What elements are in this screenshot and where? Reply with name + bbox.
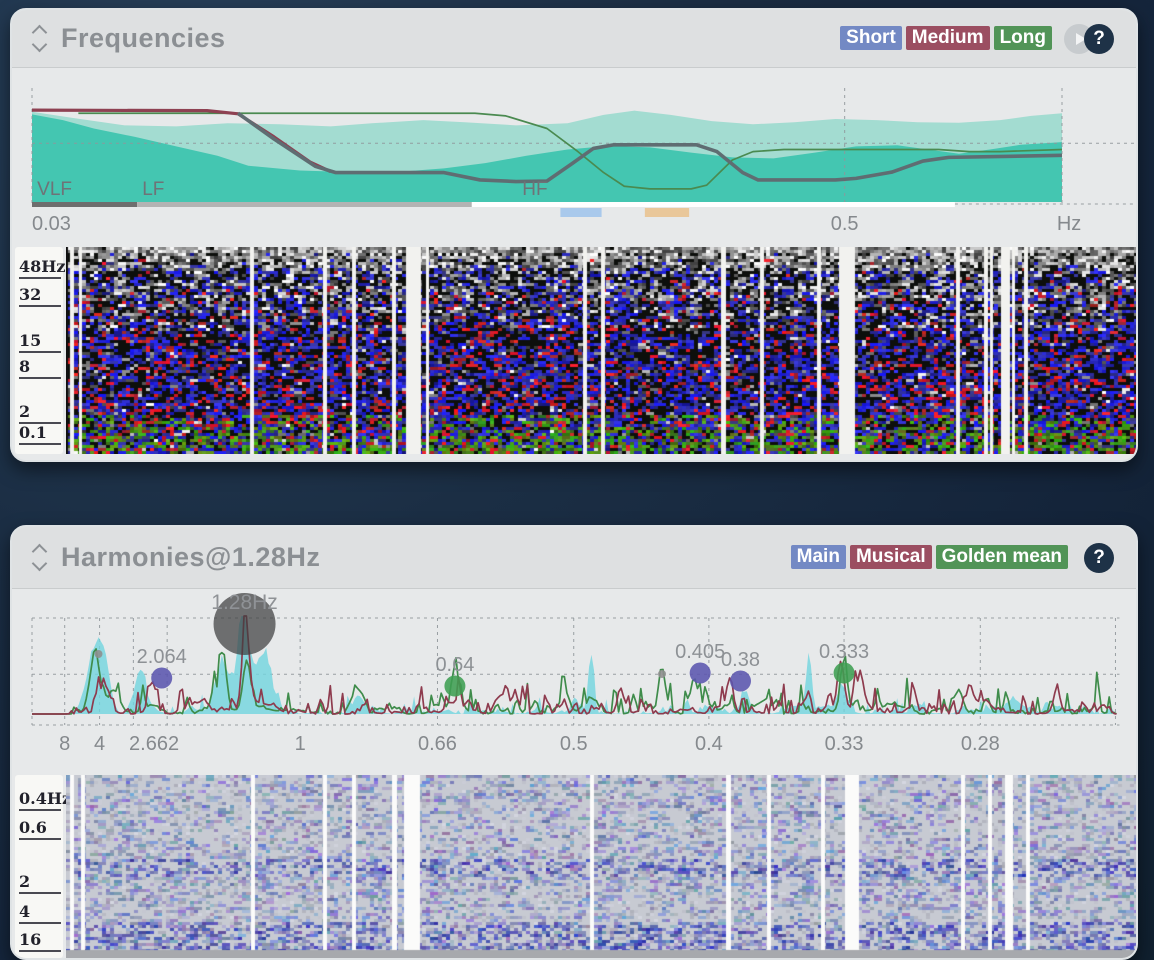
svg-text:VLF: VLF <box>37 179 72 200</box>
frequencies-spectrogram-section: 48Hz 32 15 8 20.1 <box>12 247 1136 454</box>
frequencies-help-button[interactable]: ? <box>1084 24 1114 54</box>
svg-text:Hz: Hz <box>1057 213 1081 235</box>
frequencies-chart[interactable]: VLF LF HF 0.03 0.5 Hz <box>12 68 1138 247</box>
svg-text:4: 4 <box>94 733 105 755</box>
harmonies-spectrogram-axis: 0.4Hz 0.6 2 4 16 <box>15 775 63 958</box>
frequencies-legend: ShortMediumLong <box>836 27 1052 50</box>
frequencies-spectrogram-axis: 48Hz 32 15 8 20.1 <box>15 247 63 454</box>
svg-text:1: 1 <box>295 733 306 755</box>
svg-text:HF: HF <box>522 179 547 200</box>
spectrogram-axis-label: 32 <box>19 285 61 307</box>
frequencies-header-right: ShortMediumLong ? <box>836 24 1114 54</box>
svg-text:0.33: 0.33 <box>825 733 864 755</box>
frequencies-spectrogram-canvas <box>66 247 1136 454</box>
svg-text:0.4: 0.4 <box>695 733 723 755</box>
spectrogram-axis-label: 48Hz <box>19 257 61 279</box>
harmonies-panel: Harmonies@1.28Hz MainMusicalGolden mean … <box>10 525 1138 960</box>
svg-text:0.03: 0.03 <box>32 213 71 235</box>
svg-text:0.405: 0.405 <box>675 641 725 663</box>
spectrogram-axis-label: 2 <box>19 872 61 894</box>
harmonies-spectrogram-canvas <box>66 775 1136 958</box>
spectrogram-axis-label: 4 <box>19 902 61 924</box>
svg-text:0.5: 0.5 <box>560 733 588 755</box>
legend-badge-golden-mean[interactable]: Golden mean <box>936 545 1068 569</box>
frequencies-title: Frequencies <box>61 23 226 54</box>
frequencies-panel: Frequencies ShortMediumLong ? VLF LF HF 0.0… <box>10 8 1138 462</box>
harmonies-legend: MainMusicalGolden mean <box>787 546 1068 569</box>
harmonies-title: Harmonies@1.28Hz <box>61 542 320 573</box>
harmonies-spectrogram-section: 0.4Hz 0.6 2 4 16 <box>12 775 1136 958</box>
svg-text:8: 8 <box>59 733 70 755</box>
spectrogram-axis-label: 16 <box>19 930 61 952</box>
harmonies-header: Harmonies@1.28Hz MainMusicalGolden mean … <box>12 527 1136 589</box>
svg-text:1.28Hz: 1.28Hz <box>211 591 278 614</box>
spectrogram-axis-label: 0.6 <box>19 818 61 840</box>
svg-text:0.5: 0.5 <box>831 213 859 235</box>
legend-badge-musical[interactable]: Musical <box>850 545 932 569</box>
svg-text:2.662: 2.662 <box>129 733 179 755</box>
app-root: Frequencies ShortMediumLong ? VLF LF HF 0.0… <box>0 0 1154 960</box>
svg-text:0.38: 0.38 <box>721 649 760 671</box>
spectrogram-axis-label: 8 <box>19 357 61 379</box>
harmonies-header-right: MainMusicalGolden mean ? <box>787 543 1114 573</box>
svg-text:0.333: 0.333 <box>819 641 869 663</box>
svg-text:0.28: 0.28 <box>961 733 1000 755</box>
legend-badge-short[interactable]: Short <box>840 26 902 50</box>
spectrogram-axis-label: 15 <box>19 331 61 353</box>
svg-text:2.064: 2.064 <box>137 646 187 668</box>
svg-text:LF: LF <box>142 179 164 200</box>
harmonies-help-button[interactable]: ? <box>1084 543 1114 573</box>
spectrogram-axis-label: 0.4Hz <box>19 789 61 811</box>
collapse-toggle-icon[interactable] <box>34 27 45 50</box>
collapse-toggle-icon[interactable] <box>34 546 45 569</box>
legend-badge-main[interactable]: Main <box>791 545 846 569</box>
spectrogram-axis-label: 2 <box>19 402 61 424</box>
spectrogram-axis-label: 0.1 <box>19 423 61 445</box>
harmonies-chart[interactable]: 1.28Hz 2.064 0.64 0.4050.38 0.333 8 4 2.662 1 0.6… <box>12 589 1138 781</box>
legend-badge-medium[interactable]: Medium <box>906 26 990 50</box>
frequencies-header: Frequencies ShortMediumLong ? <box>12 10 1136 68</box>
svg-text:0.66: 0.66 <box>418 733 457 755</box>
svg-text:0.64: 0.64 <box>435 654 474 676</box>
legend-badge-long[interactable]: Long <box>994 26 1052 50</box>
